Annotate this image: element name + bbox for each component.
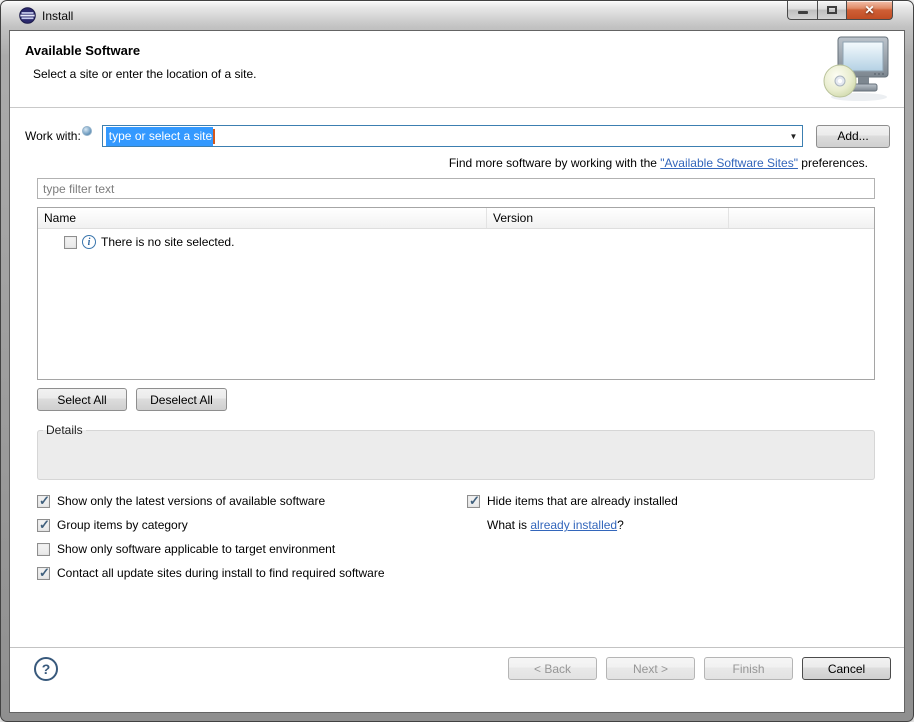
work-with-row: Work with: type or select a site ▼ Add..…: [25, 124, 890, 148]
install-software-icon: [817, 33, 893, 105]
what-is-suffix: ?: [617, 518, 624, 532]
finish-button: Finish: [704, 657, 793, 680]
next-button: Next >: [606, 657, 695, 680]
table-header: Name Version: [38, 208, 874, 229]
select-all-button[interactable]: Select All: [37, 388, 127, 411]
close-button[interactable]: ✕: [846, 1, 893, 20]
button-bar: ? < Back Next > Finish Cancel: [10, 648, 904, 712]
options-area: Show only the latest versions of availab…: [37, 489, 904, 585]
checkbox-icon[interactable]: [37, 567, 50, 580]
table-body[interactable]: i There is no site selected.: [38, 229, 874, 379]
what-is-installed-line: What is already installed?: [467, 513, 678, 537]
flex-spacer: [10, 585, 904, 647]
cancel-button[interactable]: Cancel: [802, 657, 891, 680]
checkbox-hide-installed[interactable]: Hide items that are already installed: [467, 489, 678, 513]
deselect-all-button[interactable]: Deselect All: [136, 388, 227, 411]
checkbox-icon[interactable]: [37, 543, 50, 556]
filter-input[interactable]: [37, 178, 875, 199]
back-button: < Back: [508, 657, 597, 680]
row-text: There is no site selected.: [101, 235, 234, 249]
find-more-software-hint: Find more software by working with the "…: [10, 156, 904, 170]
checkbox-label: Hide items that are already installed: [487, 494, 678, 508]
window-controls: ✕: [787, 1, 893, 20]
checkbox-label: Show only software applicable to target …: [57, 542, 335, 556]
combo-dropdown-arrow-icon[interactable]: ▼: [785, 132, 802, 141]
add-button[interactable]: Add...: [816, 125, 890, 148]
minimize-button[interactable]: [787, 1, 817, 20]
checkbox-label: Group items by category: [57, 518, 188, 532]
eclipse-icon: [19, 7, 36, 24]
page-title: Available Software: [25, 43, 904, 58]
what-is-prefix: What is: [487, 518, 527, 532]
close-icon: ✕: [864, 4, 874, 16]
row-checkbox[interactable]: [64, 236, 77, 249]
checkbox-applicable-target-env[interactable]: Show only software applicable to target …: [37, 537, 904, 561]
checkbox-label: Show only the latest versions of availab…: [57, 494, 325, 508]
info-decoration-icon: [82, 126, 92, 136]
work-with-combo[interactable]: type or select a site ▼: [102, 125, 803, 147]
available-software-sites-link[interactable]: "Available Software Sites": [660, 156, 798, 170]
hint-suffix: preferences.: [798, 156, 868, 170]
checkbox-icon[interactable]: [37, 495, 50, 508]
wizard-header: Available Software Select a site or ente…: [10, 31, 904, 108]
options-right-column: Hide items that are already installed Wh…: [467, 489, 678, 537]
hint-prefix: Find more software by working with the: [449, 156, 660, 170]
help-icon: ?: [42, 661, 51, 677]
combo-selected-text: type or select a site: [106, 127, 213, 146]
already-installed-link[interactable]: already installed: [530, 518, 617, 532]
checkbox-icon[interactable]: [467, 495, 480, 508]
install-dialog-window: Install ✕ Available Software Select a si…: [0, 0, 914, 722]
page-subtitle: Select a site or enter the location of a…: [33, 67, 904, 81]
checkbox-icon[interactable]: [37, 519, 50, 532]
titlebar[interactable]: Install: [9, 1, 905, 30]
software-table: Name Version i There is no site selected…: [37, 207, 875, 380]
window-title: Install: [42, 9, 73, 23]
table-row[interactable]: i There is no site selected.: [38, 229, 874, 249]
work-with-label: Work with:: [25, 129, 81, 143]
maximize-button[interactable]: [817, 1, 846, 20]
info-icon: i: [82, 235, 96, 249]
column-header-version[interactable]: Version: [487, 208, 729, 228]
maximize-icon: [827, 6, 837, 14]
selection-buttons-row: Select All Deselect All: [37, 388, 904, 411]
checkbox-label: Contact all update sites during install …: [57, 566, 385, 580]
text-caret: [213, 129, 215, 144]
dialog-body: Available Software Select a site or ente…: [9, 30, 905, 713]
help-button[interactable]: ?: [34, 657, 58, 681]
details-label: Details: [43, 423, 86, 437]
column-header-name[interactable]: Name: [38, 208, 487, 228]
details-group: Details: [37, 423, 875, 480]
checkbox-contact-update-sites[interactable]: Contact all update sites during install …: [37, 561, 904, 585]
minimize-icon: [798, 11, 808, 14]
column-header-blank: [729, 208, 874, 228]
